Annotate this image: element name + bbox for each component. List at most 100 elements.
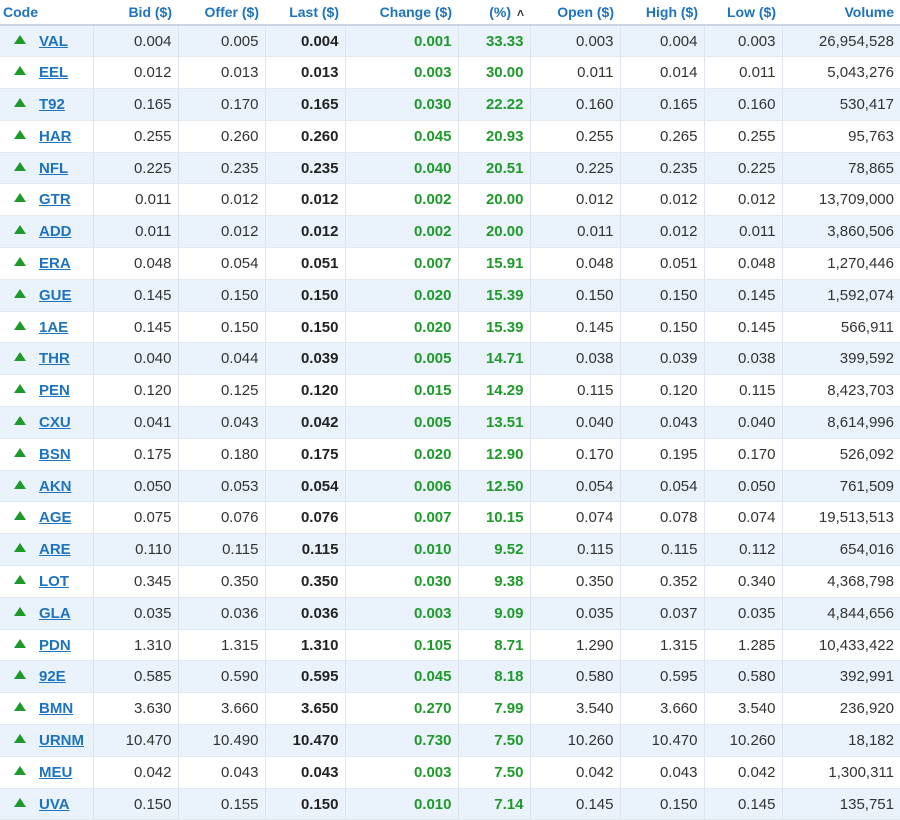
change-cell: 0.005	[345, 342, 459, 376]
stock-code-link[interactable]: NFL	[39, 160, 68, 177]
low-cell: 0.011	[704, 215, 783, 249]
last-cell: 0.165	[265, 88, 346, 121]
column-header-low[interactable]: Low ($)	[704, 0, 782, 26]
code-cell: HAR	[0, 120, 94, 153]
column-header-volume[interactable]: Volume	[782, 0, 900, 26]
stock-code-link[interactable]: MEU	[39, 764, 72, 781]
column-header-bid[interactable]: Bid ($)	[93, 0, 178, 26]
high-cell: 10.470	[620, 724, 705, 757]
pct-cell: 9.09	[458, 597, 531, 630]
offer-cell: 10.490	[178, 724, 266, 757]
table-row: ERA 0.048 0.054 0.051 0.007 15.91 0.048 0.051 0.…	[0, 247, 900, 280]
pct-cell: 14.29	[458, 374, 531, 408]
up-arrow-icon	[14, 66, 26, 76]
change-cell: 0.007	[345, 501, 459, 535]
offer-cell: 0.235	[178, 152, 266, 185]
stock-code-link[interactable]: LOT	[39, 573, 69, 590]
up-arrow-icon	[14, 574, 26, 584]
column-header-offer[interactable]: Offer ($)	[178, 0, 265, 26]
column-header-change[interactable]: Change ($)	[345, 0, 458, 26]
up-arrow-icon	[14, 320, 26, 330]
column-header-last[interactable]: Last ($)	[265, 0, 345, 26]
up-arrow-icon	[14, 34, 26, 44]
stock-code-link[interactable]: ERA	[39, 255, 71, 272]
stock-code-link[interactable]: VAL	[39, 33, 68, 50]
high-cell: 0.004	[620, 25, 705, 58]
stock-code-link[interactable]: GTR	[39, 191, 71, 208]
table-body: VAL 0.004 0.005 0.004 0.001 33.33 0.003 0.004 0.…	[0, 25, 900, 820]
last-cell: 0.054	[265, 470, 346, 503]
code-cell: URNM	[0, 724, 94, 757]
open-cell: 0.054	[530, 470, 621, 503]
low-cell: 0.012	[704, 183, 783, 217]
stock-code-link[interactable]: ADD	[39, 223, 72, 240]
bid-cell: 3.630	[93, 692, 179, 726]
low-cell: 0.040	[704, 406, 783, 439]
stock-code-link[interactable]: BSN	[39, 446, 71, 463]
volume-cell: 95,763	[782, 120, 900, 153]
low-cell: 0.225	[704, 152, 783, 185]
offer-cell: 0.125	[178, 374, 266, 408]
stock-code-link[interactable]: BMN	[39, 700, 73, 717]
offer-cell: 0.180	[178, 438, 266, 471]
stock-code-link[interactable]: PEN	[39, 382, 70, 399]
stock-code-link[interactable]: CXU	[39, 414, 71, 431]
high-cell: 0.120	[620, 374, 705, 408]
up-arrow-icon	[14, 765, 26, 775]
offer-cell: 0.053	[178, 470, 266, 503]
column-header-code[interactable]: Code	[0, 0, 93, 26]
low-cell: 0.340	[704, 565, 783, 598]
change-cell: 0.002	[345, 183, 459, 217]
volume-cell: 761,509	[782, 470, 900, 503]
last-cell: 0.260	[265, 120, 346, 153]
last-cell: 0.595	[265, 660, 346, 694]
volume-cell: 135,751	[782, 788, 900, 820]
low-cell: 0.048	[704, 247, 783, 280]
table-row: ADD 0.011 0.012 0.012 0.002 20.00 0.011 0.012 0.…	[0, 215, 900, 249]
table-row: BMN 3.630 3.660 3.650 0.270 7.99 3.540 3.660 3.5…	[0, 692, 900, 726]
stock-code-link[interactable]: PDN	[39, 637, 71, 654]
stock-code-link[interactable]: ARE	[39, 541, 71, 558]
high-cell: 0.012	[620, 183, 705, 217]
code-cell: AGE	[0, 501, 94, 535]
stock-code-link[interactable]: UVA	[39, 796, 70, 813]
volume-cell: 3,860,506	[782, 215, 900, 249]
low-cell: 0.050	[704, 470, 783, 503]
stock-code-link[interactable]: AKN	[39, 478, 72, 495]
open-cell: 1.290	[530, 629, 621, 662]
open-cell: 0.580	[530, 660, 621, 694]
last-cell: 0.036	[265, 597, 346, 630]
high-cell: 0.043	[620, 406, 705, 439]
high-cell: 0.039	[620, 342, 705, 376]
column-header-open[interactable]: Open ($)	[530, 0, 620, 26]
column-header-pct[interactable]: (%) ˄	[458, 0, 530, 26]
stock-code-link[interactable]: EEL	[39, 64, 68, 81]
stock-code-link[interactable]: 1AE	[39, 319, 68, 336]
price-table: Code Bid ($) Offer ($) Last ($) Change (…	[0, 0, 900, 820]
stock-code-link[interactable]: HAR	[39, 128, 72, 145]
high-cell: 0.165	[620, 88, 705, 121]
low-cell: 10.260	[704, 724, 783, 757]
code-cell: T92	[0, 88, 94, 121]
pct-cell: 15.39	[458, 279, 531, 312]
stock-code-link[interactable]: URNM	[39, 732, 84, 749]
stock-code-link[interactable]: GUE	[39, 287, 72, 304]
pct-cell: 30.00	[458, 56, 531, 90]
stock-code-link[interactable]: THR	[39, 350, 70, 367]
stock-code-link[interactable]: GLA	[39, 605, 71, 622]
stock-code-link[interactable]: 92E	[39, 668, 66, 685]
code-cell: PEN	[0, 374, 94, 408]
bid-cell: 10.470	[93, 724, 179, 757]
column-header-high[interactable]: High ($)	[620, 0, 704, 26]
stock-code-link[interactable]: AGE	[39, 509, 72, 526]
up-arrow-icon	[14, 670, 26, 680]
stock-code-link[interactable]: T92	[39, 96, 65, 113]
offer-cell: 0.044	[178, 342, 266, 376]
open-cell: 3.540	[530, 692, 621, 726]
high-cell: 0.150	[620, 788, 705, 820]
table-row: PEN 0.120 0.125 0.120 0.015 14.29 0.115 0.120 0.…	[0, 374, 900, 408]
bid-cell: 0.050	[93, 470, 179, 503]
offer-cell: 0.043	[178, 406, 266, 439]
change-cell: 0.003	[345, 56, 459, 90]
table-row: HAR 0.255 0.260 0.260 0.045 20.93 0.255 0.265 0.…	[0, 120, 900, 153]
